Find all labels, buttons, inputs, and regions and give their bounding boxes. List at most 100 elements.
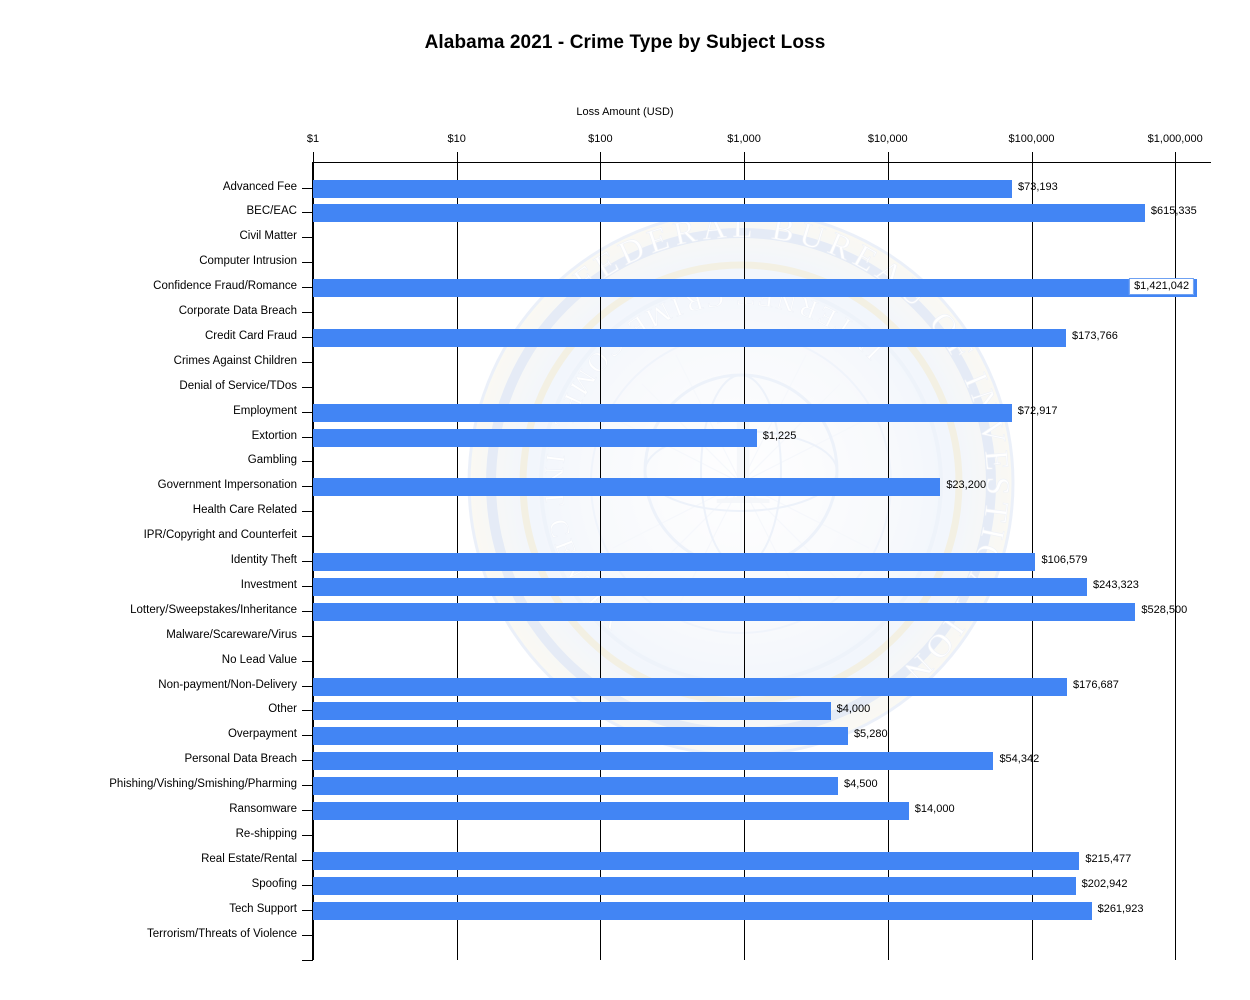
bar[interactable] (313, 876, 1076, 895)
y-axis-category-label: Investment (240, 578, 297, 591)
bar[interactable] (313, 553, 1036, 571)
y-axis-category-label: Employment (233, 404, 297, 417)
bar-row[interactable]: Investment $243,323 (241, 575, 1211, 600)
x-axis-tick-label: $10,000 (867, 133, 908, 145)
bar-row[interactable]: Gambling (248, 450, 1211, 475)
y-axis-tick (302, 909, 313, 911)
bar-row[interactable]: Corporate Data Breach (179, 301, 1211, 326)
y-axis-category-label: Non-payment/Non-Delivery (158, 678, 297, 691)
bar-row[interactable]: Employment $72,917 (233, 401, 1211, 426)
y-axis-tick (302, 685, 313, 687)
y-axis-category-label: Ransomware (229, 803, 297, 815)
bar-row[interactable]: Ransomware $14,000 (229, 799, 1211, 824)
bar-value-label: $528,500 (1141, 603, 1188, 616)
bar-row[interactable]: Overpayment $5,280 (228, 724, 1211, 749)
bar-row[interactable]: Phishing/Vishing/Smishing/Pharming $4,500 (109, 774, 1211, 799)
bar[interactable] (313, 727, 848, 746)
bar[interactable] (313, 403, 1012, 422)
y-axis-tick (302, 386, 313, 388)
bar-row[interactable]: Malware/Scareware/Virus (166, 625, 1211, 650)
y-axis-tick (302, 610, 313, 612)
bar-row[interactable]: Real Estate/Rental $215,477 (201, 849, 1211, 874)
bar-value-label: $73,193 (1018, 180, 1058, 193)
y-axis-category-label: Terrorism/Threats of Violence (147, 927, 297, 940)
bar-value-label: $202,942 (1081, 877, 1128, 890)
y-axis-tick (302, 312, 313, 313)
bar-row[interactable]: Non-payment/Non-Delivery $176,687 (158, 675, 1211, 700)
bar[interactable] (313, 702, 831, 721)
bar[interactable] (313, 777, 838, 796)
y-axis-tick (302, 934, 313, 936)
bar[interactable] (313, 204, 1145, 223)
bar-value-label: $173,766 (1071, 329, 1118, 342)
bar[interactable] (313, 802, 909, 820)
bar-row[interactable]: BEC/EAC $615,335 (247, 201, 1211, 226)
bar-row[interactable]: Personal Data Breach $54,342 (184, 749, 1211, 774)
y-axis-category-label: Corporate Data Breach (178, 305, 297, 317)
bar[interactable] (313, 901, 1092, 920)
bar-row[interactable]: Computer Intrusion (199, 251, 1211, 276)
bar-row[interactable]: Terrorism/Threats of Violence (147, 924, 1211, 949)
y-axis-category-label: Re-shipping (235, 827, 297, 840)
bar[interactable] (313, 478, 941, 497)
bar-row[interactable]: Credit Card Fraud $173,766 (205, 326, 1211, 351)
bar-row[interactable]: Crimes Against Children (174, 351, 1211, 376)
bar-value-label: $215,477 (1085, 852, 1132, 865)
y-axis-category-label: Lottery/Sweepstakes/Inheritance (130, 603, 297, 616)
bar-value-label: $261,923 (1097, 902, 1144, 915)
y-axis-tick (302, 336, 313, 338)
y-axis-tick (302, 785, 313, 787)
bar-row[interactable]: Denial of Service/TDos (179, 376, 1211, 401)
y-axis-category-label: Extortion (251, 429, 297, 442)
chart-root: Alabama 2021 - Crime Type by Subject Los… (0, 0, 1250, 1000)
x-axis-tick-label: $100,000 (1008, 133, 1055, 145)
y-axis-category-label: Tech Support (229, 902, 297, 915)
y-axis-category-label: Identity Theft (230, 554, 297, 566)
bar-value-label: $14,000 (914, 803, 955, 815)
bar[interactable] (313, 577, 1087, 596)
y-axis-tick (302, 536, 313, 538)
bar[interactable] (313, 602, 1136, 621)
bar-row[interactable]: Re-shipping (236, 824, 1211, 849)
x-axis-tick (313, 152, 314, 163)
y-axis-category-label: Advanced Fee (222, 180, 297, 193)
bar-value-label: $5,280 (853, 728, 888, 741)
plot-area: $1 $10 $100 $1,000 $10,000 $100,000 $1,000,000… (109, 133, 1211, 961)
y-axis-tick (302, 760, 313, 762)
bar-row[interactable]: Advanced Fee $73,193 (223, 177, 1211, 202)
y-axis-tick (302, 287, 313, 289)
bar-row[interactable]: Government Impersonation $23,200 (158, 475, 1211, 500)
y-axis-tick (302, 237, 313, 239)
bar[interactable] (313, 677, 1068, 696)
y-axis-category-label: Other (268, 703, 297, 716)
y-axis-category-label: Computer Intrusion (199, 255, 297, 268)
bar-row[interactable]: Spoofing $202,942 (252, 874, 1211, 899)
bar[interactable] (313, 752, 994, 771)
bar[interactable] (313, 328, 1066, 347)
x-axis-tick-label: $1,000,000 (1147, 133, 1203, 145)
x-axis-tick-label: $1,000 (727, 133, 761, 145)
page-title: Alabama 2021 - Crime Type by Subject Los… (424, 32, 826, 53)
bar-row[interactable]: No Lead Value (222, 650, 1211, 675)
bar-value-label: $54,342 (999, 753, 1040, 766)
y-axis-tick (302, 361, 313, 363)
y-axis-category-label: Confidence Fraud/Romance (153, 280, 297, 293)
bar[interactable] (313, 851, 1080, 870)
bar-row[interactable]: Lottery/Sweepstakes/Inheritance $528,500 (130, 600, 1211, 625)
bar[interactable] (313, 428, 757, 447)
bar-value-label: $1,225 (762, 429, 797, 442)
bar-value-label: $106,579 (1041, 554, 1088, 566)
bar-value-label: $4,500 (843, 778, 878, 791)
bar-row[interactable]: Tech Support $261,923 (229, 899, 1211, 924)
bar[interactable] (313, 279, 1198, 298)
bar-row[interactable]: Civil Matter (239, 226, 1211, 251)
bar[interactable] (313, 179, 1013, 198)
y-axis-tick (302, 710, 313, 712)
bar-row[interactable]: Extortion $1,225 (252, 426, 1211, 451)
bar-row[interactable]: Health Care Related (193, 500, 1211, 525)
bar-row[interactable]: Identity Theft $106,579 (231, 550, 1211, 575)
bar-row[interactable]: IPR/Copyright and Counterfeit (144, 525, 1211, 550)
y-axis-category-label: Government Impersonation (157, 479, 297, 492)
bar-row[interactable]: Other $4,000 (268, 699, 1211, 724)
bar-row[interactable]: Confidence Fraud/Romance $1,421,042 (153, 276, 1211, 301)
